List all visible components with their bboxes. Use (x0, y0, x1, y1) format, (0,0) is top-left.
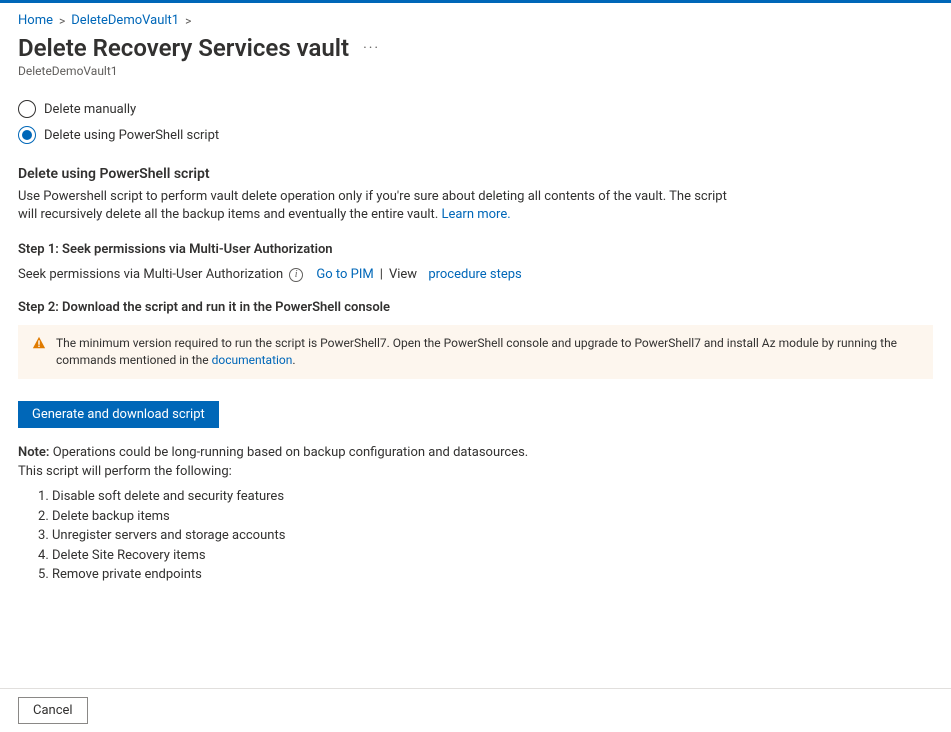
list-item: Disable soft delete and security feature… (52, 487, 933, 507)
generate-download-button[interactable]: Generate and download script (18, 401, 219, 428)
radio-icon (18, 100, 36, 118)
radio-delete-script[interactable]: Delete using PowerShell script (18, 126, 933, 144)
footer: Cancel (0, 688, 951, 732)
section-description: Use Powershell script to perform vault d… (18, 188, 738, 224)
section-heading: Delete using PowerShell script (18, 166, 933, 182)
radio-label: Delete manually (44, 102, 136, 117)
step1-heading: Step 1: Seek permissions via Multi-User … (18, 242, 933, 257)
step1-body: Seek permissions via Multi-User Authoriz… (18, 267, 933, 282)
info-icon[interactable]: i (289, 268, 303, 282)
list-item: Unregister servers and storage accounts (52, 526, 933, 546)
go-to-pim-link[interactable]: Go to PIM (316, 267, 373, 282)
warning-icon (32, 336, 46, 350)
delete-method-radio-group: Delete manually Delete using PowerShell … (18, 100, 933, 144)
cancel-button[interactable]: Cancel (18, 697, 88, 724)
list-item: Delete Site Recovery items (52, 546, 933, 566)
warning-text: The minimum version required to run the … (56, 335, 919, 369)
chevron-right-icon: > (185, 14, 191, 28)
radio-label: Delete using PowerShell script (44, 128, 219, 143)
script-actions-list: Disable soft delete and security feature… (18, 487, 933, 585)
chevron-right-icon: > (59, 14, 65, 28)
list-item: Remove private endpoints (52, 565, 933, 585)
breadcrumb-home[interactable]: Home (18, 13, 53, 28)
page-subtitle: DeleteDemoVault1 (18, 64, 933, 78)
learn-more-link[interactable]: Learn more. (441, 207, 510, 222)
note-sub: This script will perform the following: (18, 464, 933, 479)
warning-banner: The minimum version required to run the … (18, 325, 933, 379)
radio-icon (18, 126, 36, 144)
radio-delete-manually[interactable]: Delete manually (18, 100, 933, 118)
procedure-steps-link[interactable]: procedure steps (428, 267, 521, 282)
more-icon[interactable]: ··· (359, 40, 384, 56)
list-item: Delete backup items (52, 507, 933, 527)
page-title: Delete Recovery Services vault (18, 34, 349, 62)
step2-heading: Step 2: Download the script and run it i… (18, 300, 933, 315)
note-line: Note: Operations could be long-running b… (18, 444, 933, 462)
documentation-link[interactable]: documentation (212, 353, 293, 367)
breadcrumb: Home > DeleteDemoVault1 > (18, 13, 933, 28)
breadcrumb-vault[interactable]: DeleteDemoVault1 (71, 13, 179, 28)
